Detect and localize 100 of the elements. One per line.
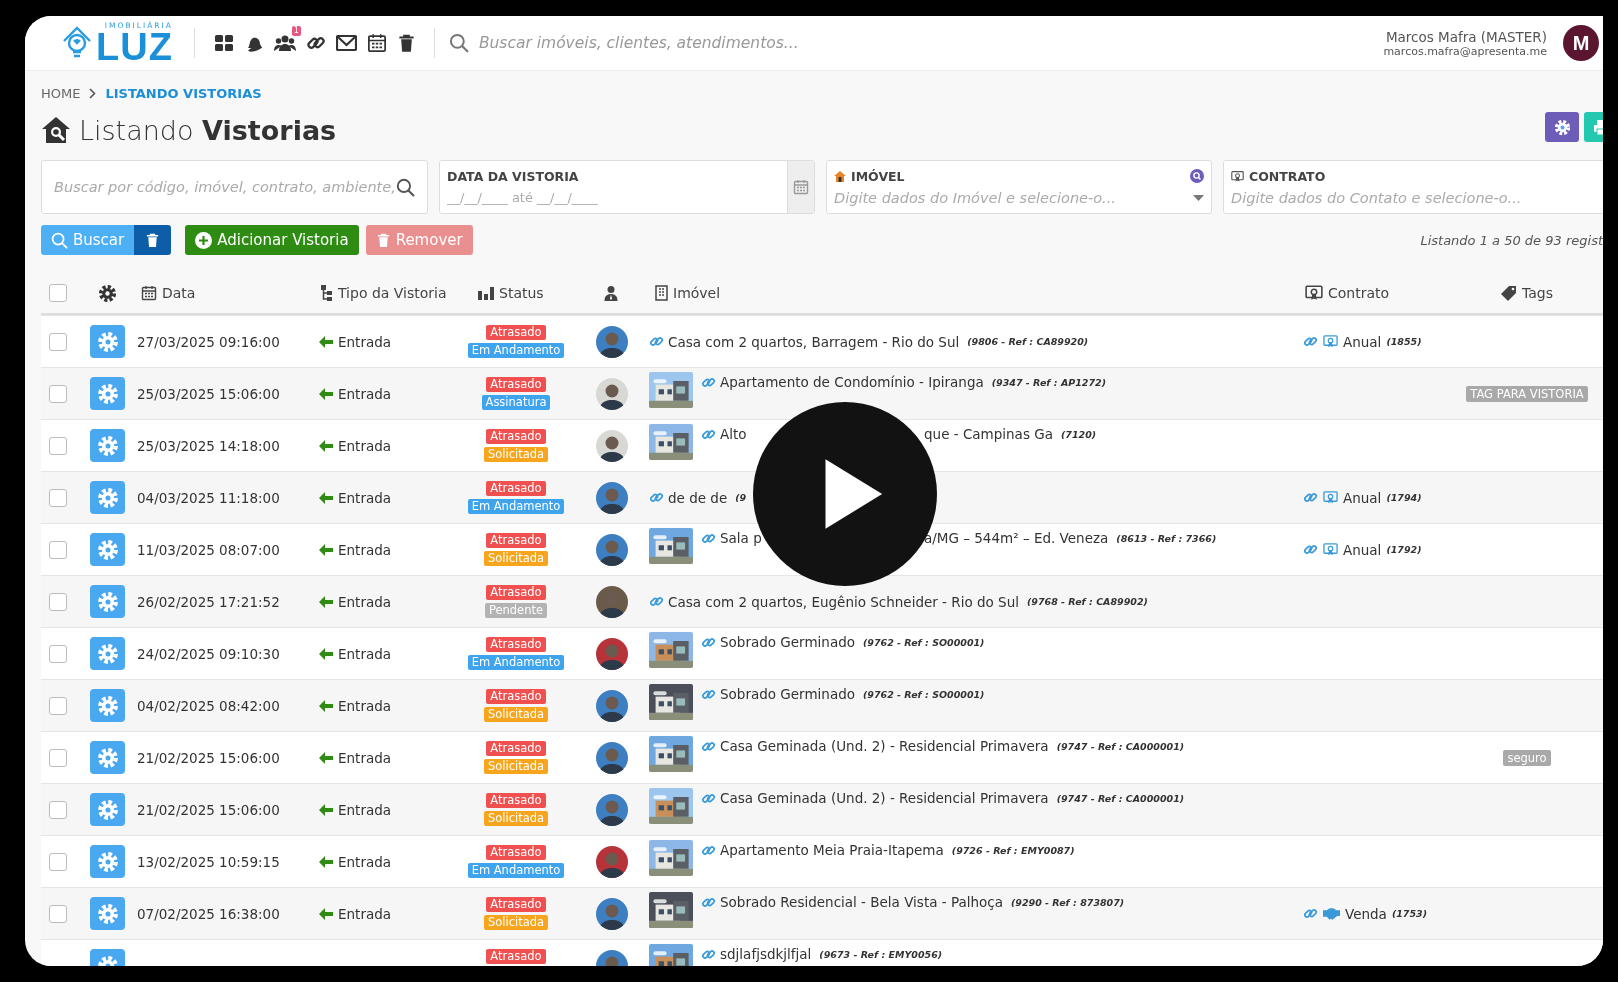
settings-button[interactable] <box>90 741 125 774</box>
tag: TAG PARA VISTORIA <box>1466 385 1588 402</box>
contract-link[interactable]: Venda <box>1345 905 1387 922</box>
link-icon <box>1303 490 1318 505</box>
status-badge: Atrasado <box>486 793 546 808</box>
date-field[interactable]: DATA DA VISTORIA __/__/____ até __/__/____ <box>439 160 815 214</box>
date-input[interactable]: __/__/____ até __/__/____ <box>447 190 780 205</box>
property-ref: (9673 - Ref : EMY0056) <box>819 948 943 960</box>
settings-button[interactable] <box>90 845 125 878</box>
property-link[interactable]: Apartamento Meia Praia-Itapema <box>720 842 944 858</box>
search-field[interactable]: Buscar por código, imóvel, contrato, ambiente, <box>41 160 428 214</box>
checkbox[interactable] <box>49 488 67 507</box>
date-text: 21/02/2025 15:06:00 <box>137 749 280 766</box>
property-link[interactable]: que - Campinas Ga <box>924 426 1053 442</box>
dashboard-icon[interactable] <box>213 33 234 53</box>
status-badge: Solicitada <box>483 915 549 930</box>
checkbox[interactable] <box>49 644 67 663</box>
settings-button[interactable] <box>90 897 125 930</box>
inspection-type: Entrada <box>338 333 392 350</box>
column-header[interactable]: Contrato <box>1328 285 1390 301</box>
checkbox[interactable] <box>49 592 67 611</box>
status-badge: Pendente <box>484 603 548 618</box>
gear-icon <box>96 538 119 561</box>
checkbox[interactable] <box>49 748 67 767</box>
checkbox[interactable] <box>49 384 67 403</box>
notification-badge: 1 <box>291 26 301 36</box>
contract-field[interactable]: CONTRATO Digite dados do Contato e selecione-o... <box>1223 160 1603 214</box>
gear-icon <box>96 850 119 873</box>
property-link[interactable]: de de de <box>668 489 728 506</box>
mail-icon[interactable] <box>335 34 357 52</box>
user-avatar[interactable]: M <box>1563 25 1599 61</box>
property-link[interactable]: Sobrado Germinado <box>720 686 855 702</box>
checkbox[interactable] <box>49 332 67 351</box>
settings-button[interactable] <box>90 377 125 410</box>
contract-input[interactable]: Digite dados do Contato e selecione-o... <box>1231 189 1603 206</box>
tag: seguro <box>1503 749 1551 766</box>
settings-button[interactable] <box>90 637 125 670</box>
contract-link[interactable]: Anual <box>1343 333 1382 350</box>
status-badge: Solicitada <box>483 811 549 826</box>
certificate-icon <box>1231 169 1244 183</box>
inspection-type: Entrada <box>338 801 392 818</box>
status-badge: Atrasado <box>486 741 546 756</box>
calendar-icon[interactable] <box>366 33 387 53</box>
settings-button[interactable] <box>90 793 125 826</box>
property-link[interactable]: Casa com 2 quartos, Barragem - Rio do Sul <box>668 333 960 350</box>
calendar-icon <box>793 179 809 195</box>
status-badge: Atrasado <box>486 845 546 860</box>
field-label: DATA DA VISTORIA <box>447 169 580 184</box>
status-badge: Solicitada <box>483 759 549 774</box>
contract-link[interactable]: Anual <box>1343 541 1382 558</box>
checkbox[interactable] <box>49 696 67 715</box>
property-link[interactable]: Casa Geminada (Und. 2) - Residencial Primavera <box>720 790 1049 806</box>
date-text: 26/02/2025 17:21:52 <box>137 593 280 610</box>
settings-button[interactable] <box>90 689 125 722</box>
search-input[interactable]: Buscar por código, imóvel, contrato, ambiente, <box>54 179 396 195</box>
people-icon[interactable] <box>273 33 296 53</box>
settings-button[interactable] <box>90 325 125 358</box>
settings-button[interactable] <box>90 585 125 618</box>
property-link[interactable]: sdjlafjsdkjlfjal <box>720 946 812 962</box>
property-link[interactable]: Sala p <box>720 530 762 546</box>
tag-icon <box>1500 284 1517 302</box>
column-header[interactable]: Tipo da Vistoria <box>338 285 447 301</box>
checkbox[interactable] <box>49 800 67 819</box>
property-field[interactable]: IMÓVEL Digite dados do Imóvel e selecione-o... <box>826 160 1212 214</box>
settings-button[interactable] <box>90 533 125 566</box>
property-input[interactable]: Digite dados do Imóvel e selecione-o... <box>834 189 1188 206</box>
date-text: 25/03/2025 14:18:00 <box>137 437 280 454</box>
checkbox[interactable] <box>49 540 67 559</box>
checkbox[interactable] <box>49 284 67 302</box>
checkbox[interactable] <box>49 436 67 455</box>
property-link[interactable]: Apartamento de Condomínio - Ipiranga <box>720 374 984 390</box>
column-header[interactable]: Tags <box>1522 285 1553 301</box>
status-badge: Solicitada <box>483 707 549 722</box>
column-header[interactable]: Data <box>162 285 196 301</box>
settings-button[interactable] <box>1545 112 1579 142</box>
column-header[interactable]: Imóvel <box>673 285 721 301</box>
add-button[interactable]: Adicionar Vistoria <box>185 225 359 255</box>
search-field[interactable]: Buscar imóveis, clientes, atendimentos... <box>476 33 897 53</box>
property-link[interactable]: Alto <box>720 426 747 442</box>
checkbox[interactable] <box>49 904 67 923</box>
property-link[interactable]: Casa Geminada (Und. 2) - Residencial Primavera <box>720 738 1049 754</box>
clear-button[interactable] <box>134 225 172 255</box>
checkbox[interactable] <box>49 852 67 871</box>
property-ref: (7120) <box>1060 428 1097 440</box>
property-link[interactable]: Casa com 2 quartos, Eugênio Schneider - Rio do Sul <box>668 593 1019 610</box>
breadcrumb-link[interactable]: HOME <box>41 85 81 101</box>
settings-button[interactable] <box>90 429 125 462</box>
inspection-type: Entrada <box>338 697 392 714</box>
column-header[interactable]: Status <box>499 285 544 301</box>
gear-icon <box>96 486 119 509</box>
link-icon <box>1303 334 1318 349</box>
property-link[interactable]: a/MG – 544m² – Ed. Veneza <box>924 530 1109 546</box>
settings-button[interactable] <box>90 481 125 514</box>
property-link[interactable]: Sobrado Residencial - Bela Vista - Palhoça <box>720 894 1003 910</box>
property-link[interactable]: Sobrado Germinado <box>720 634 855 650</box>
gear-icon <box>96 902 119 925</box>
property-ref: (9726 - Ref : EMY0087) <box>951 844 1075 856</box>
trash-icon[interactable] <box>396 33 416 53</box>
contract-link[interactable]: Anual <box>1343 489 1382 506</box>
trash-icon <box>375 232 391 248</box>
